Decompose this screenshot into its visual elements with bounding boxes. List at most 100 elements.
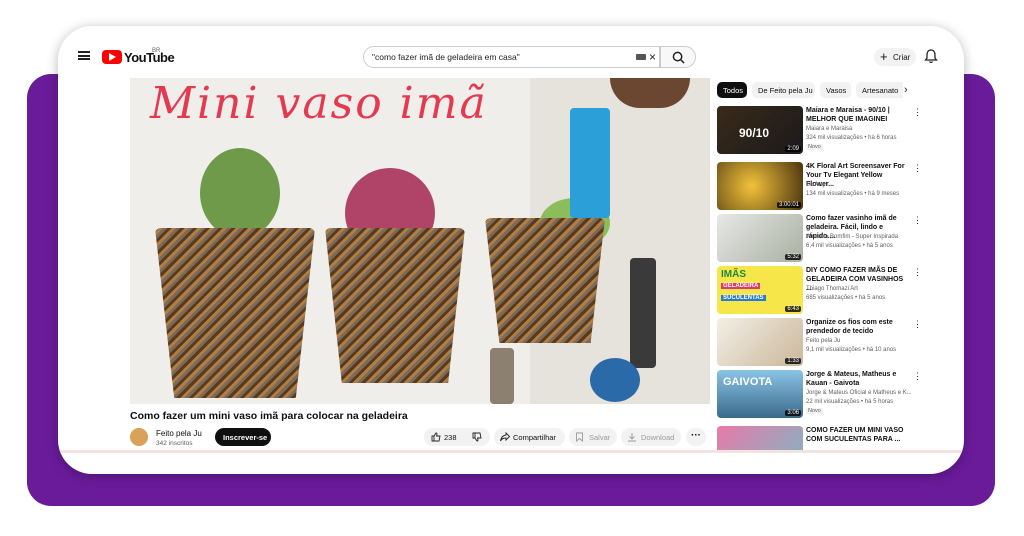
basket-pot-right xyxy=(485,218,605,343)
rec-item[interactable]: IMÃS GELADEIRA SUCULENTAS 6:43 DIY COMO … xyxy=(717,266,922,316)
round-magnet xyxy=(590,358,640,402)
save-label: Salvar xyxy=(589,433,611,442)
eiffel-tower-magnet xyxy=(630,258,656,368)
thumbs-down-icon[interactable] xyxy=(472,432,482,442)
rec-badge-new: Novo xyxy=(806,144,823,150)
share-button[interactable]: Compartilhar xyxy=(494,428,565,446)
country-code: BR xyxy=(152,48,161,54)
bottom-strip xyxy=(58,450,964,453)
rec-title[interactable]: Organize os fios com este prendedor de t… xyxy=(806,318,910,336)
filter-chips: Todos De Feito pela Ju Vasos Artesanato xyxy=(717,82,903,98)
tower-magnet xyxy=(490,348,514,404)
rec-thumbnail[interactable]: 5:32 xyxy=(717,214,803,262)
basket-pot-middle xyxy=(325,228,465,383)
rec-thumbnail[interactable]: 3:00:01 xyxy=(717,162,803,210)
rec-item[interactable]: 90/10 2:09 Maiara e Maraisa - 90/10 | ME… xyxy=(717,106,922,156)
subscribe-button[interactable]: Inscrever-se xyxy=(215,428,271,446)
rec-channel[interactable]: Jorge & Mateus Oficial e Matheus e K... xyxy=(806,390,912,396)
rec-item[interactable]: 1:33 Organize os fios com este prendedor… xyxy=(717,318,922,368)
subscriber-count: 342 inscritos xyxy=(156,440,193,447)
chip-todos[interactable]: Todos xyxy=(717,82,747,98)
rec-meta: 9,1 mil visualizações • há 10 anos xyxy=(806,347,897,353)
rec-title[interactable]: Jorge & Mateus, Matheus e Kauan - Gaivot… xyxy=(806,370,910,388)
rec-thumb-text: GAIVOTA xyxy=(723,376,773,388)
rec-duration: 3:06 xyxy=(785,410,801,416)
create-button[interactable]: + Criar xyxy=(874,48,916,66)
rec-channel[interactable]: Thiago Thomazi Art xyxy=(806,286,858,292)
rec-thumbnail[interactable]: IMÃS GELADEIRA SUCULENTAS 6:43 xyxy=(717,266,803,314)
download-label: Download xyxy=(641,433,675,442)
rec-thumb-text: GELADEIRA xyxy=(721,283,761,289)
rec-item[interactable]: COMO FAZER UM MINI VASO COM SUCULENTAS P… xyxy=(717,426,917,450)
rec-title[interactable]: Maiara e Maraisa - 90/10 | MELHOR QUE IM… xyxy=(806,106,910,124)
rec-channel[interactable]: So Arty! xyxy=(806,182,827,188)
rec-channel[interactable]: Amanda Bomfim - Super Inspirada xyxy=(806,234,898,240)
search-input[interactable]: "como fazer imã de geladeira em casa" × xyxy=(363,46,660,68)
share-label: Compartilhar xyxy=(513,433,556,442)
rec-duration: 1:33 xyxy=(785,358,801,364)
rec-item[interactable]: 3:00:01 4K Floral Art Screensaver For Yo… xyxy=(717,162,922,212)
bookmark-icon xyxy=(576,432,583,442)
rec-duration: 5:32 xyxy=(785,254,801,260)
rec-duration: 6:43 xyxy=(785,306,801,312)
rec-item[interactable]: GAIVOTA 3:06 Jorge & Mateus, Matheus e K… xyxy=(717,370,922,420)
more-vertical-icon[interactable]: ⋮ xyxy=(913,268,922,277)
video-player[interactable]: Mini vaso imã xyxy=(130,78,710,404)
download-button[interactable]: Download xyxy=(621,428,681,446)
more-vertical-icon[interactable]: ⋮ xyxy=(913,164,922,173)
search-button[interactable] xyxy=(660,46,696,68)
search-query: "como fazer imã de geladeira em casa" xyxy=(372,52,520,62)
rec-badge-new: Novo xyxy=(806,408,823,414)
more-horizontal-icon: ··· xyxy=(691,430,701,441)
search-icon xyxy=(672,51,685,64)
top-bar: YouTube BR "como fazer imã de geladeira … xyxy=(58,26,964,82)
chevron-right-icon[interactable]: › xyxy=(904,84,908,96)
more-vertical-icon[interactable]: ⋮ xyxy=(913,428,917,437)
rec-thumbnail[interactable]: 1:33 xyxy=(717,318,803,366)
keyboard-icon[interactable] xyxy=(636,54,646,60)
toucan-magnet xyxy=(570,108,610,218)
plus-icon: + xyxy=(880,49,888,64)
channel-avatar[interactable] xyxy=(130,428,148,446)
more-vertical-icon[interactable]: ⋮ xyxy=(913,320,922,329)
hamburger-menu-icon[interactable] xyxy=(78,51,90,60)
chip-de-feito-pela-ju[interactable]: De Feito pela Ju xyxy=(752,82,815,98)
rec-thumb-text: IMÃS xyxy=(721,269,746,280)
browser-window: YouTube BR "como fazer imã de geladeira … xyxy=(58,26,964,474)
subscribe-label: Inscrever-se xyxy=(223,433,268,442)
rec-title[interactable]: COMO FAZER UM MINI VASO COM SUCULENTAS P… xyxy=(806,426,910,444)
save-button[interactable]: Salvar xyxy=(569,428,617,446)
basket-pot-left xyxy=(155,228,315,398)
video-overlay-title: Mini vaso imã xyxy=(150,78,488,129)
clear-icon[interactable]: × xyxy=(649,50,656,64)
rec-channel[interactable]: Maiara e Maraisa xyxy=(806,126,852,132)
channel-name[interactable]: Feito pela Ju xyxy=(156,429,202,438)
rec-thumbnail[interactable] xyxy=(717,426,803,450)
rec-meta: 6,4 mil visualizações • há 5 anos xyxy=(806,243,893,249)
like-count: 238 xyxy=(444,433,457,442)
more-vertical-icon[interactable]: ⋮ xyxy=(913,216,922,225)
thumbs-up-icon[interactable] xyxy=(431,432,441,442)
rec-thumb-text: 90/10 xyxy=(739,126,770,140)
youtube-logo-text[interactable]: YouTube xyxy=(124,50,175,65)
rec-item[interactable]: 5:32 Como fazer vasinho imã de geladeira… xyxy=(717,214,922,264)
chip-artesanato[interactable]: Artesanato xyxy=(856,82,903,98)
rec-duration: 2:09 xyxy=(785,146,801,152)
rec-thumbnail[interactable]: GAIVOTA 3:06 xyxy=(717,370,803,418)
video-title: Como fazer um mini vaso imã para colocar… xyxy=(130,410,408,422)
rec-meta: 685 visualizações • há 5 anos xyxy=(806,295,886,301)
rec-meta: 134 mil visualizações • há 9 meses xyxy=(806,191,900,197)
rec-thumbnail[interactable]: 90/10 2:09 xyxy=(717,106,803,154)
rec-thumb-text: SUCULENTAS xyxy=(721,295,766,301)
like-dislike-button[interactable]: 238 xyxy=(424,428,490,446)
rec-channel[interactable]: Feito pela Ju xyxy=(806,338,840,344)
rec-meta: 22 mil visualizações • há 5 horas xyxy=(806,399,894,405)
chip-vasos[interactable]: Vasos xyxy=(820,82,851,98)
download-icon xyxy=(628,433,636,442)
more-vertical-icon[interactable]: ⋮ xyxy=(913,108,922,117)
more-vertical-icon[interactable]: ⋮ xyxy=(913,372,922,381)
youtube-logo-icon[interactable] xyxy=(102,50,122,64)
notifications-bell-icon[interactable] xyxy=(924,48,938,64)
rec-duration: 3:00:01 xyxy=(776,202,801,208)
more-actions-button[interactable]: ··· xyxy=(686,428,706,446)
